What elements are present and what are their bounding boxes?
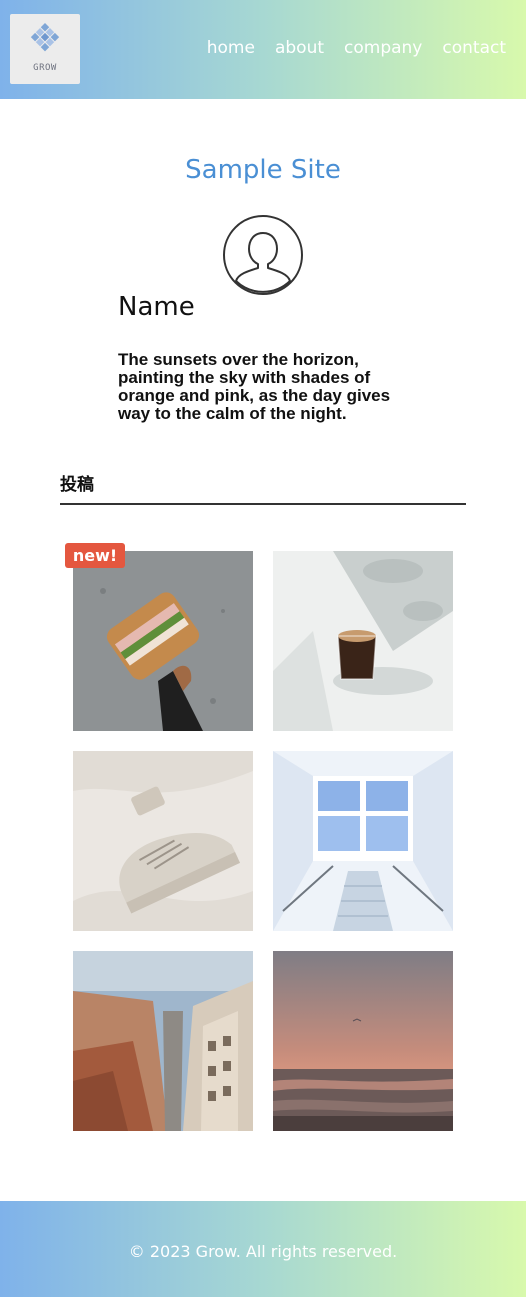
copyright-text: © 2023 Grow. All rights reserved. xyxy=(128,1242,398,1261)
post-image-street[interactable] xyxy=(73,951,253,1131)
avatar-user-icon xyxy=(223,215,303,295)
section-divider xyxy=(60,503,466,505)
site-footer: © 2023 Grow. All rights reserved. xyxy=(0,1201,526,1297)
new-badge: new! xyxy=(65,543,125,568)
post-image-staircase[interactable] xyxy=(273,751,453,931)
nav-home[interactable]: home xyxy=(207,38,255,58)
logo-text: GROW xyxy=(33,63,57,73)
posts-heading: 投稿 xyxy=(60,475,94,495)
site-header: GROW home about company contact xyxy=(0,0,526,99)
site-title: Sample Site xyxy=(185,155,341,185)
post-image-sneaker[interactable] xyxy=(73,751,253,931)
logo[interactable]: GROW xyxy=(10,14,80,84)
post-image-coffee[interactable] xyxy=(273,551,453,731)
post-image-sandwich[interactable] xyxy=(73,551,253,731)
nav-contact[interactable]: contact xyxy=(442,38,506,58)
nav-company[interactable]: company xyxy=(344,38,422,58)
diamond-grid-icon xyxy=(30,23,60,52)
post-image-beach-sunset[interactable] xyxy=(273,951,453,1131)
profile-bio: The sunsets over the horizon, painting t… xyxy=(118,350,391,423)
nav-about[interactable]: about xyxy=(275,38,324,58)
main-nav: home about company contact xyxy=(207,38,506,58)
profile-name: Name xyxy=(118,292,195,322)
